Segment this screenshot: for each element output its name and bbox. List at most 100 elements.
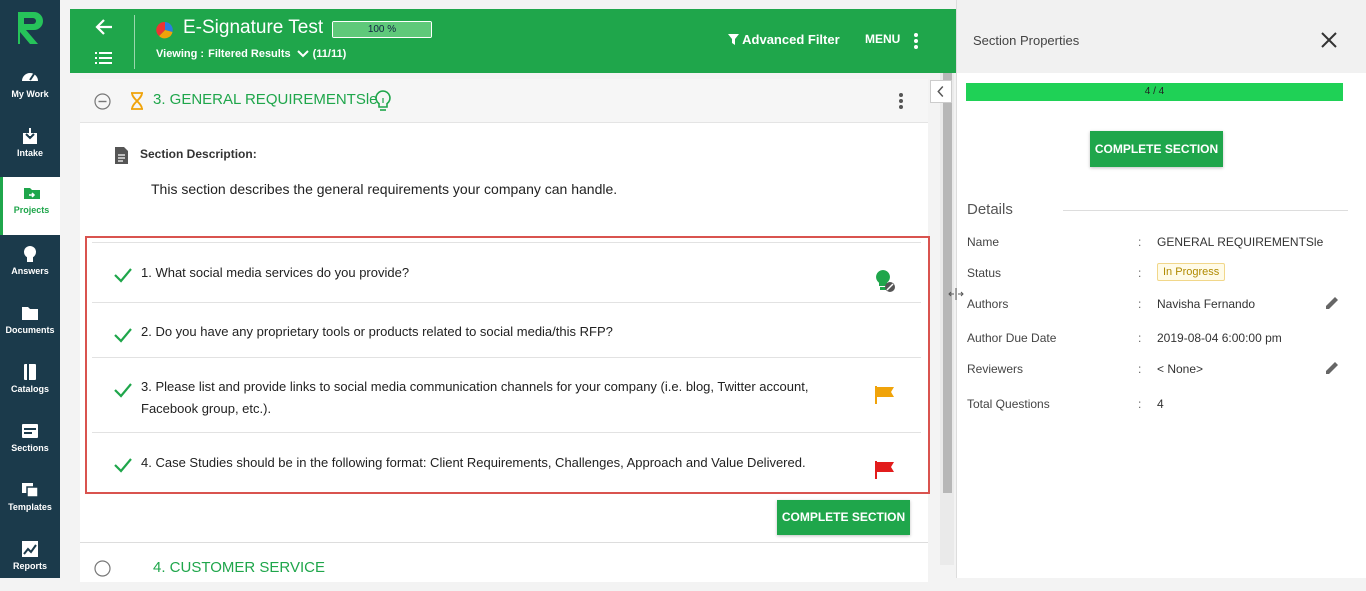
detail-row-authors: Authors : Navisha Fernando [967,297,1357,317]
viewing-count: (11/11) [312,48,347,60]
answered-bulb-icon [876,270,895,292]
project-pie-icon [156,21,173,39]
header-divider [134,15,135,69]
advanced-filter-button[interactable]: Advanced Filter [728,32,840,47]
lightbulb-icon[interactable] [374,89,392,113]
close-icon[interactable] [1320,31,1338,49]
advanced-filter-label: Advanced Filter [742,32,840,47]
question-text: 1. What social media services do you pro… [141,265,410,280]
checkmark-icon [114,458,132,473]
detail-colon: : [1138,362,1142,376]
detail-label: Status [967,266,1002,280]
chart-icon [22,541,38,557]
details-divider [1063,210,1348,211]
question-row[interactable]: 1. What social media services do you pro… [92,242,921,302]
scrollbar-thumb[interactable] [943,73,952,493]
red-flag-icon[interactable] [874,460,896,480]
checkmark-icon [114,268,132,283]
detail-label: Author Due Date [967,331,1057,345]
gauge-icon [22,73,38,81]
section-progress-text: 4 / 4 [1144,86,1165,97]
filter-icon [728,34,739,45]
collapse-minus-icon[interactable] [94,93,111,110]
detail-row-name: Name : GENERAL REQUIREMENTSle [967,235,1357,255]
chevron-left-icon[interactable] [930,80,952,103]
question-list: 1. What social media services do you pro… [85,236,930,494]
section-description-label: Section Description: [140,147,257,161]
section-kebab-icon[interactable] [898,92,904,110]
orange-flag-icon[interactable] [874,385,896,405]
nav-projects[interactable]: Projects [0,177,60,235]
collapse-minus-icon[interactable] [94,560,111,577]
viewing-value[interactable]: Filtered Results [208,48,291,60]
folder-icon [23,188,40,199]
next-section-title: 4. CUSTOMER SERVICE [153,559,325,576]
question-row[interactable]: 3. Please list and provide links to soci… [92,357,921,432]
document-icon [22,307,38,320]
detail-colon: : [1138,266,1142,280]
detail-colon: : [1138,297,1142,311]
edit-pencil-icon[interactable] [1324,295,1340,311]
lightbulb-icon [24,246,36,262]
nav-answers[interactable]: Answers [0,238,60,296]
nav-label: Catalogs [10,384,49,394]
section-content: 3. GENERAL REQUIREMENTSle Section Descri… [80,79,930,582]
nav-catalogs[interactable]: Catalogs [0,356,60,414]
hourglass-icon [131,92,143,110]
complete-section-button[interactable]: COMPLETE SECTION [777,500,910,535]
templates-icon [22,483,39,498]
panel-header: Section Properties [957,0,1366,73]
question-row[interactable]: 2. Do you have any proprietary tools or … [92,302,921,357]
nav-label: Answers [11,266,49,276]
kebab-menu-icon[interactable] [913,32,919,50]
nav-label: Sections [11,443,49,453]
viewing-label: Viewing : [156,48,205,60]
detail-colon: : [1138,235,1142,249]
nav-label: Intake [16,148,43,158]
edit-pencil-icon[interactable] [1324,360,1340,376]
detail-label: Total Questions [967,397,1050,411]
panel-title: Section Properties [973,33,1080,48]
nav-label: My Work [11,89,49,99]
section-progress-bar: 4 / 4 [966,83,1343,101]
resize-handle-icon[interactable] [948,287,964,301]
checkmark-icon [114,383,132,398]
nav-intake[interactable]: Intake [0,120,60,178]
status-badge: In Progress [1157,263,1226,281]
question-row[interactable]: 4. Case Studies should be in the followi… [92,432,921,492]
detail-row-reviewers: Reviewers : < None> [967,362,1357,382]
detail-value: < None> [1157,362,1204,376]
project-progress-bar: 100 % [332,21,432,38]
question-text: 3. Please list and provide links to soci… [141,379,809,416]
menu-button[interactable]: MENU [865,32,900,46]
detail-label: Name [967,235,1000,249]
details-heading: Details [967,201,1013,218]
project-title: E-Signature Test [183,17,324,38]
panel-complete-section-button[interactable]: COMPLETE SECTION [1090,131,1223,167]
question-text: 2. Do you have any proprietary tools or … [141,324,613,339]
section-title: 3. GENERAL REQUIREMENTSle [153,91,378,108]
detail-label: Reviewers [967,362,1024,376]
nav-reports[interactable]: Reports [0,533,60,591]
detail-row-total-questions: Total Questions : 4 [967,397,1357,417]
nav-documents[interactable]: Documents [0,297,60,355]
project-progress-text: 100 % [367,24,397,35]
chevron-down-icon[interactable] [296,50,309,58]
detail-row-status: Status : In Progress [967,263,1357,286]
nav-templates[interactable]: Templates [0,474,60,532]
nav-my-work[interactable]: My Work [0,61,60,119]
back-arrow-icon[interactable] [90,15,118,39]
section-header: 3. GENERAL REQUIREMENTSle [80,79,928,123]
viewing-filter: Viewing : Filtered Results (11/11) [156,48,346,60]
question-text: 4. Case Studies should be in the followi… [141,455,806,470]
app-logo[interactable] [12,8,48,48]
detail-value: GENERAL REQUIREMENTSle [1157,235,1324,249]
list-icon[interactable] [92,49,116,67]
book-icon [24,364,36,380]
nav-label: Reports [12,561,47,571]
project-header: E-Signature Test 100 % Viewing : Filtered… [70,9,956,73]
detail-colon: : [1138,331,1142,345]
nav-sections[interactable]: Sections [0,415,60,473]
section-description-text: This section describes the general requi… [151,181,618,197]
next-section-header[interactable]: 4. CUSTOMER SERVICE [80,542,928,582]
